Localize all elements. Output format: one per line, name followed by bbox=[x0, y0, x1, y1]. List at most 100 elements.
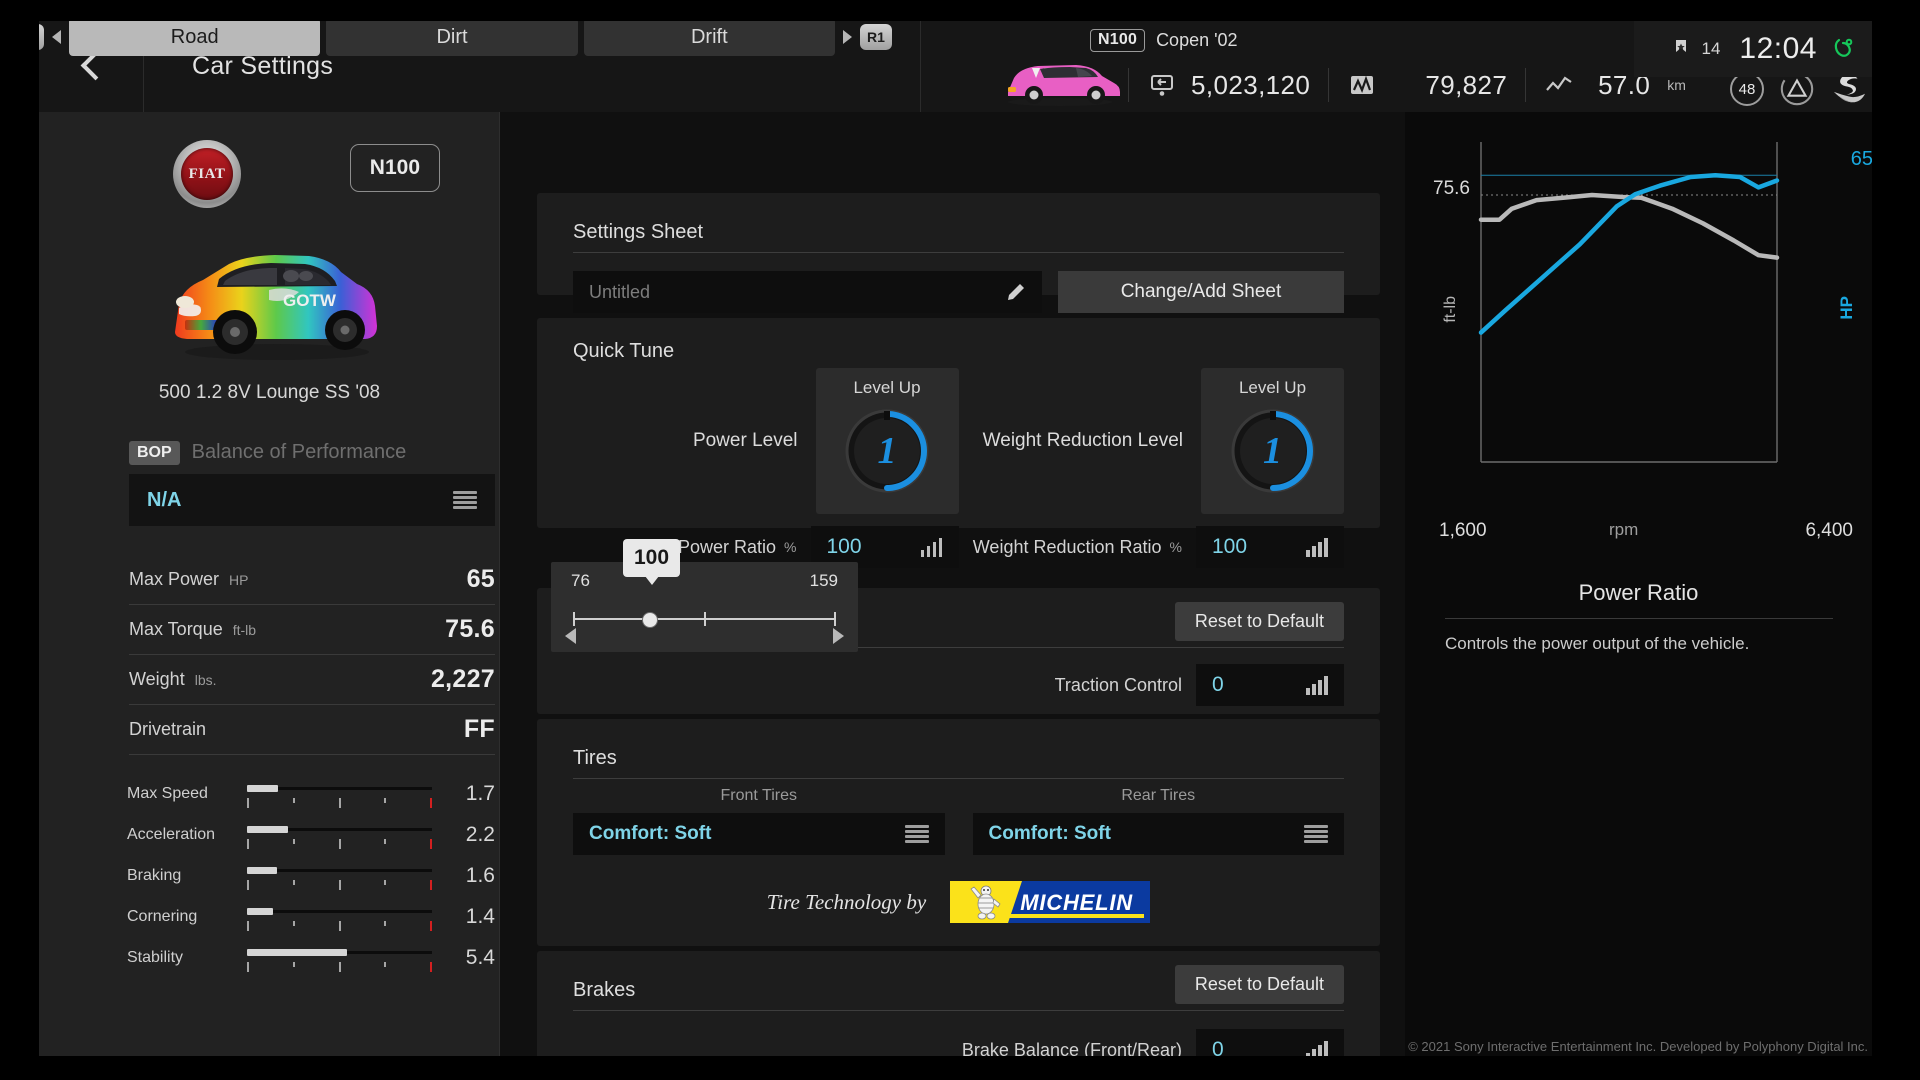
traction-label: Traction Control bbox=[1054, 674, 1182, 695]
slider-track[interactable] bbox=[573, 612, 836, 628]
slider-knob[interactable] bbox=[642, 612, 658, 628]
traction-reset-button[interactable]: Reset to Default bbox=[1174, 602, 1344, 641]
spec-label: Max Torque bbox=[129, 619, 223, 639]
arrow-left-icon[interactable] bbox=[52, 30, 61, 44]
info-panel-description: Controls the power output of the vehicle… bbox=[1445, 634, 1750, 653]
bop-header: BOP Balance of Performance bbox=[129, 441, 406, 465]
front-tire-label: Front Tires bbox=[720, 787, 797, 804]
bookmark-count: 14 bbox=[1701, 39, 1721, 58]
credits-stat[interactable]: 5,023,120 bbox=[1129, 62, 1328, 108]
spec-list: Max Power HP 65 Max Torque ft-lb 75.6 We… bbox=[129, 555, 495, 755]
bop-selector[interactable]: N/A bbox=[129, 474, 495, 526]
list-menu-icon bbox=[904, 825, 929, 843]
settings-sheet-header: Settings Sheet bbox=[573, 213, 1344, 253]
system-status-bar: 14 12:04 bbox=[1634, 21, 1872, 77]
car-preview-image: GOTW bbox=[175, 255, 377, 360]
michelin-logo: MICHELIN bbox=[950, 881, 1151, 923]
power-ratio-label: Power Ratio bbox=[678, 536, 777, 557]
chart-ylabel-right: HP bbox=[1837, 296, 1856, 320]
info-right-panel: ft-lb HP 75.6 65 1,600 rpm 6,400 Power R… bbox=[1405, 112, 1873, 1056]
car-category-badge: N100 bbox=[1090, 29, 1146, 52]
traction-value-row: Traction Control 0 bbox=[573, 664, 1344, 706]
tires-header: Tires bbox=[573, 739, 1344, 779]
weight-level-dial[interactable]: Level Up 1 bbox=[1201, 368, 1344, 514]
weight-level-label: Weight Reduction Level bbox=[982, 430, 1183, 451]
weight-ratio-unit: % bbox=[1169, 539, 1182, 555]
performance-fill bbox=[247, 948, 347, 956]
performance-row: Stability 5.4 bbox=[127, 937, 495, 978]
value-slider-popup[interactable]: 100 76 159 bbox=[551, 539, 858, 652]
power-level-knob[interactable]: 1 bbox=[840, 404, 934, 498]
svg-text:GOTW: GOTW bbox=[283, 291, 337, 310]
chart-canvas bbox=[1478, 142, 1780, 463]
car-sidebar: FIAT N100 GOTW 500 1.2 8V Lounge SS '08 … bbox=[39, 112, 500, 1056]
power-level-dial[interactable]: Level Up 1 bbox=[815, 368, 959, 514]
weight-level-knob[interactable]: 1 bbox=[1226, 404, 1320, 498]
tire-columns: Front Tires Comfort: Soft Rear Tires Com… bbox=[573, 787, 1344, 855]
rear-tire-selector[interactable]: Comfort: Soft bbox=[972, 813, 1344, 855]
tab-drift[interactable]: Drift bbox=[583, 18, 835, 56]
spec-row: Max Power HP 65 bbox=[129, 555, 495, 605]
copyright-text: © 2021 Sony Interactive Entertainment In… bbox=[1408, 1039, 1868, 1054]
spec-label: Weight bbox=[129, 669, 185, 689]
slider-max-label: 159 bbox=[809, 571, 838, 590]
header-stats: 5,023,120 79,827 57.0 km bbox=[1128, 62, 1704, 108]
bop-chip: BOP bbox=[129, 441, 180, 465]
info-panel-title: Power Ratio bbox=[1578, 580, 1699, 605]
chart-torque-peak-label: 75.6 bbox=[1433, 178, 1470, 199]
tab-road[interactable]: Road bbox=[69, 18, 321, 56]
spec-unit: lbs. bbox=[194, 671, 217, 688]
mileage-stat[interactable]: 79,827 bbox=[1329, 62, 1525, 108]
performance-meter bbox=[247, 780, 432, 808]
power-level-value: 1 bbox=[877, 430, 897, 472]
slider-min-label: 76 bbox=[571, 571, 590, 590]
traction-field[interactable]: 0 bbox=[1196, 664, 1344, 706]
slider-cap-right bbox=[834, 612, 836, 626]
bar-chart-icon bbox=[1306, 675, 1328, 695]
distance-icon bbox=[1544, 72, 1574, 98]
level-badge[interactable]: 48 bbox=[1730, 72, 1764, 106]
arrow-right-icon[interactable] bbox=[843, 30, 852, 44]
performance-label: Acceleration bbox=[127, 825, 216, 843]
michelin-man-icon bbox=[970, 885, 1001, 920]
spec-row: Max Torque ft-lb 75.6 bbox=[129, 605, 495, 655]
s-wing-icon[interactable] bbox=[1830, 72, 1868, 106]
bookmark-icon bbox=[1675, 40, 1686, 52]
performance-row: Max Speed 1.7 bbox=[127, 773, 495, 814]
spec-label: Max Power bbox=[129, 569, 220, 589]
weight-ratio-group: Weight Reduction Ratio % 100 bbox=[959, 526, 1344, 568]
bop-label: Balance of Performance bbox=[191, 441, 407, 464]
sidebar-car-name: 500 1.2 8V Lounge SS '08 bbox=[158, 382, 381, 403]
ps-network-icon[interactable] bbox=[1830, 36, 1856, 62]
gt7-car-settings-screen: Car Settings N100 Copen '02 5,023,120 79… bbox=[0, 0, 1920, 1080]
spec-row: Weight lbs. 2,227 bbox=[129, 655, 495, 705]
performance-meter bbox=[247, 821, 432, 849]
bar-chart-icon bbox=[1306, 537, 1328, 557]
settings-sheet-row: Untitled Change/Add Sheet bbox=[573, 271, 1344, 313]
slider-decrement-arrow-icon[interactable] bbox=[565, 628, 576, 644]
header-car-thumbnail bbox=[1008, 65, 1120, 106]
sheet-name-input[interactable]: Untitled bbox=[573, 271, 1042, 313]
slider-cap-default bbox=[704, 612, 706, 626]
fiat-logo: FIAT bbox=[173, 140, 241, 208]
tabs: Road Dirt Drift bbox=[69, 18, 835, 56]
chart-ylabel-left: ft-lb bbox=[1442, 296, 1459, 323]
performance-label: Braking bbox=[127, 866, 182, 884]
michelin-wordmark: MICHELIN bbox=[1020, 890, 1133, 915]
spec-row: Drivetrain FF bbox=[129, 705, 495, 755]
front-tire-selector[interactable]: Comfort: Soft bbox=[573, 813, 945, 855]
performance-label: Stability bbox=[127, 948, 184, 966]
brakes-reset-button[interactable]: Reset to Default bbox=[1174, 965, 1344, 1004]
slider-increment-arrow-icon[interactable] bbox=[833, 628, 844, 644]
letterbox-bottom bbox=[0, 1056, 1920, 1080]
chart-xtick-max: 6,400 bbox=[1805, 520, 1853, 541]
tab-dirt[interactable]: Dirt bbox=[326, 18, 578, 56]
settings-sheet-card: Settings Sheet Untitled Change/Add Sheet bbox=[537, 193, 1380, 313]
weight-ratio-field[interactable]: 100 bbox=[1196, 526, 1344, 568]
credits-icon bbox=[1147, 72, 1177, 98]
change-add-sheet-button[interactable]: Change/Add Sheet bbox=[1058, 271, 1344, 313]
sheet-name-value: Untitled bbox=[589, 281, 651, 302]
r1-bumper-badge[interactable]: R1 bbox=[860, 24, 892, 50]
list-menu-icon bbox=[1304, 825, 1328, 843]
quick-tune-header: Quick Tune bbox=[573, 338, 1344, 364]
